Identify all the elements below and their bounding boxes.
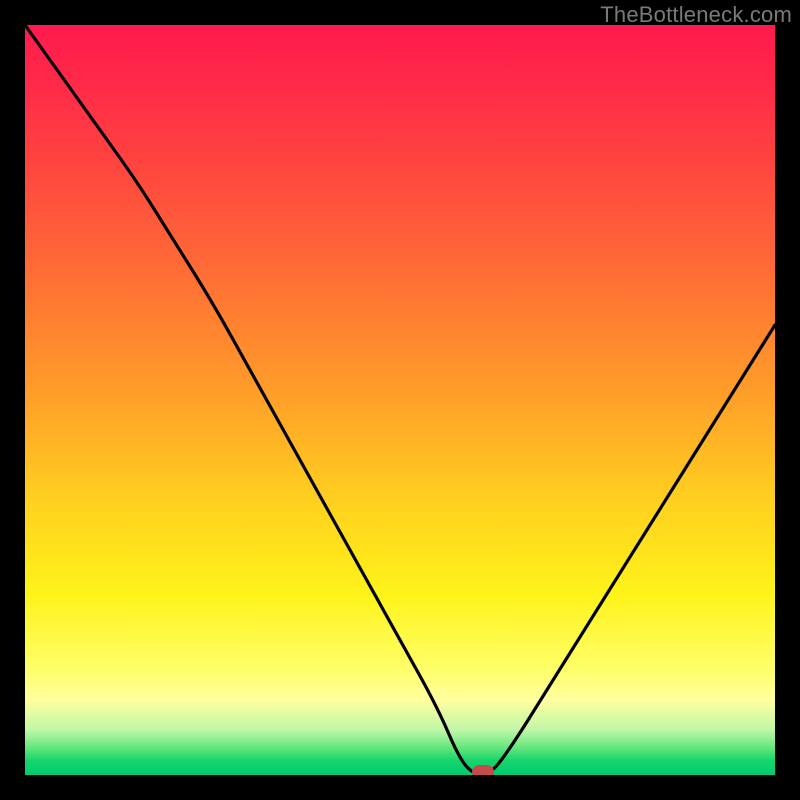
chart-frame: TheBottleneck.com — [0, 0, 800, 800]
optimum-marker — [472, 765, 494, 775]
watermark-text: TheBottleneck.com — [600, 2, 792, 28]
curve-path — [25, 25, 775, 775]
bottleneck-curve — [25, 25, 775, 775]
plot-area — [25, 25, 775, 775]
